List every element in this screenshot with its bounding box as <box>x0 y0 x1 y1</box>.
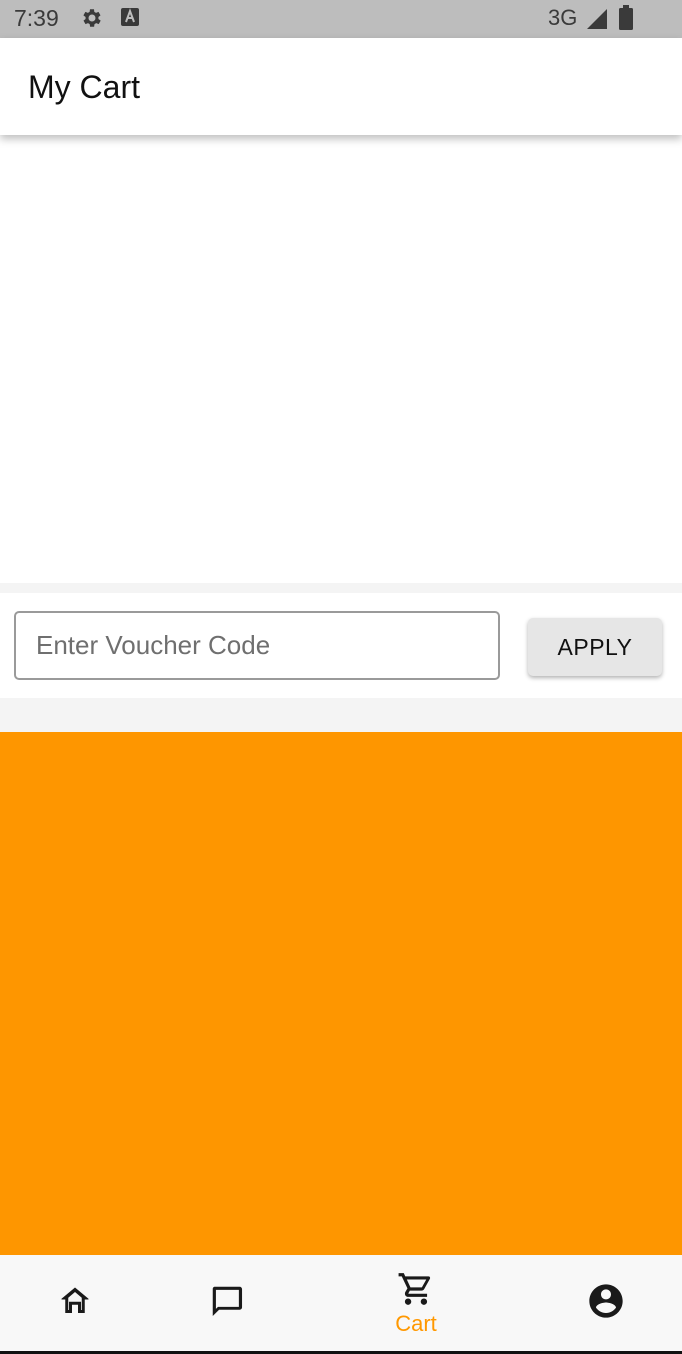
divider <box>0 583 682 593</box>
signal-icon <box>586 8 608 35</box>
voucher-section: APPLY <box>0 593 682 698</box>
nav-label-cart: Cart <box>395 1310 437 1336</box>
page-title: My Cart <box>28 69 140 105</box>
gear-icon <box>80 6 104 35</box>
cart-icon <box>397 1270 435 1313</box>
chat-icon <box>208 1282 246 1325</box>
app-bar: My Cart <box>0 38 682 135</box>
voucher-code-input[interactable] <box>14 611 500 680</box>
nav-item-home[interactable] <box>20 1255 130 1351</box>
home-icon <box>57 1283 93 1324</box>
bottom-navigation: Cart <box>0 1255 682 1354</box>
account-icon <box>586 1281 626 1326</box>
battery-icon <box>618 5 634 36</box>
keyboard-a-icon <box>120 6 140 33</box>
checkout-panel <box>0 732 682 1255</box>
nav-item-cart[interactable]: Cart <box>361 1255 471 1351</box>
status-time: 7:39 <box>14 5 59 31</box>
divider <box>0 698 682 732</box>
nav-item-account[interactable] <box>551 1255 661 1351</box>
nav-item-messages[interactable] <box>172 1255 282 1351</box>
apply-voucher-button[interactable]: APPLY <box>528 618 662 676</box>
cart-items-list <box>0 135 682 583</box>
network-type: 3G <box>548 5 578 30</box>
status-bar: 7:39 3G <box>0 0 682 38</box>
